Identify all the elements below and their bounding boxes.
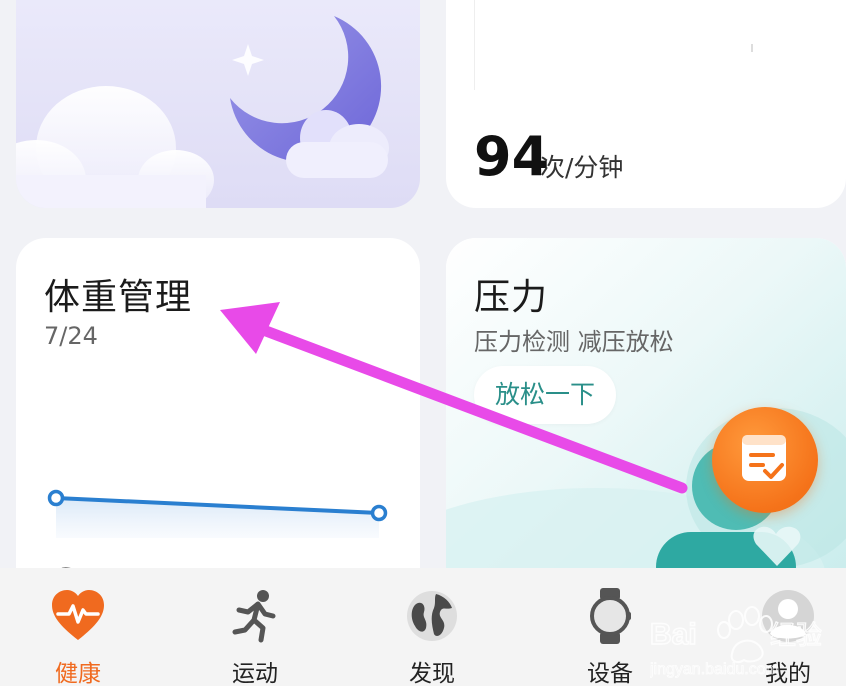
globe-icon <box>407 591 457 641</box>
heart-rate-card[interactable]: 94 次/分钟 <box>446 0 846 208</box>
bottom-tab-bar: 健康 运动 发现 设备 我的 <box>0 568 846 686</box>
tab-label: 设备 <box>587 661 633 686</box>
watch-icon <box>590 588 631 644</box>
weight-point-end <box>370 504 388 522</box>
heart-rate-value: 94 <box>474 125 550 188</box>
running-icon <box>232 590 276 643</box>
weight-management-card[interactable]: 体重管理 7/24 64.15 <box>16 238 420 598</box>
weight-point-start <box>47 489 65 507</box>
stress-card-title: 压力 <box>474 277 549 318</box>
stress-subtitle: 压力检测 减压放松 <box>474 328 674 356</box>
tab-label: 我的 <box>765 661 811 686</box>
tab-devices[interactable]: 设备 <box>550 568 670 686</box>
tab-discover[interactable]: 发现 <box>372 568 492 686</box>
heart-pulse-icon <box>52 590 104 640</box>
sleep-illustration <box>16 16 389 208</box>
weight-card-title: 体重管理 <box>44 277 193 318</box>
tab-exercise[interactable]: 运动 <box>195 568 315 686</box>
tab-label: 健康 <box>55 661 101 686</box>
user-icon <box>762 590 814 642</box>
chart-axis-line <box>474 0 475 90</box>
sleep-card[interactable] <box>16 0 420 208</box>
tab-me[interactable]: 我的 <box>728 568 846 686</box>
tab-label: 发现 <box>409 661 455 686</box>
relax-button[interactable]: 放松一下 <box>474 366 616 424</box>
tab-health[interactable]: 健康 <box>18 568 138 686</box>
weight-trend-chart <box>47 489 388 538</box>
heart-rate-unit: 次/分钟 <box>540 153 624 182</box>
weight-date: 7/24 <box>44 322 98 350</box>
tab-label: 运动 <box>232 661 278 686</box>
note-check-icon <box>742 435 786 481</box>
record-fab-button[interactable] <box>712 407 818 513</box>
chart-tick <box>751 44 753 52</box>
